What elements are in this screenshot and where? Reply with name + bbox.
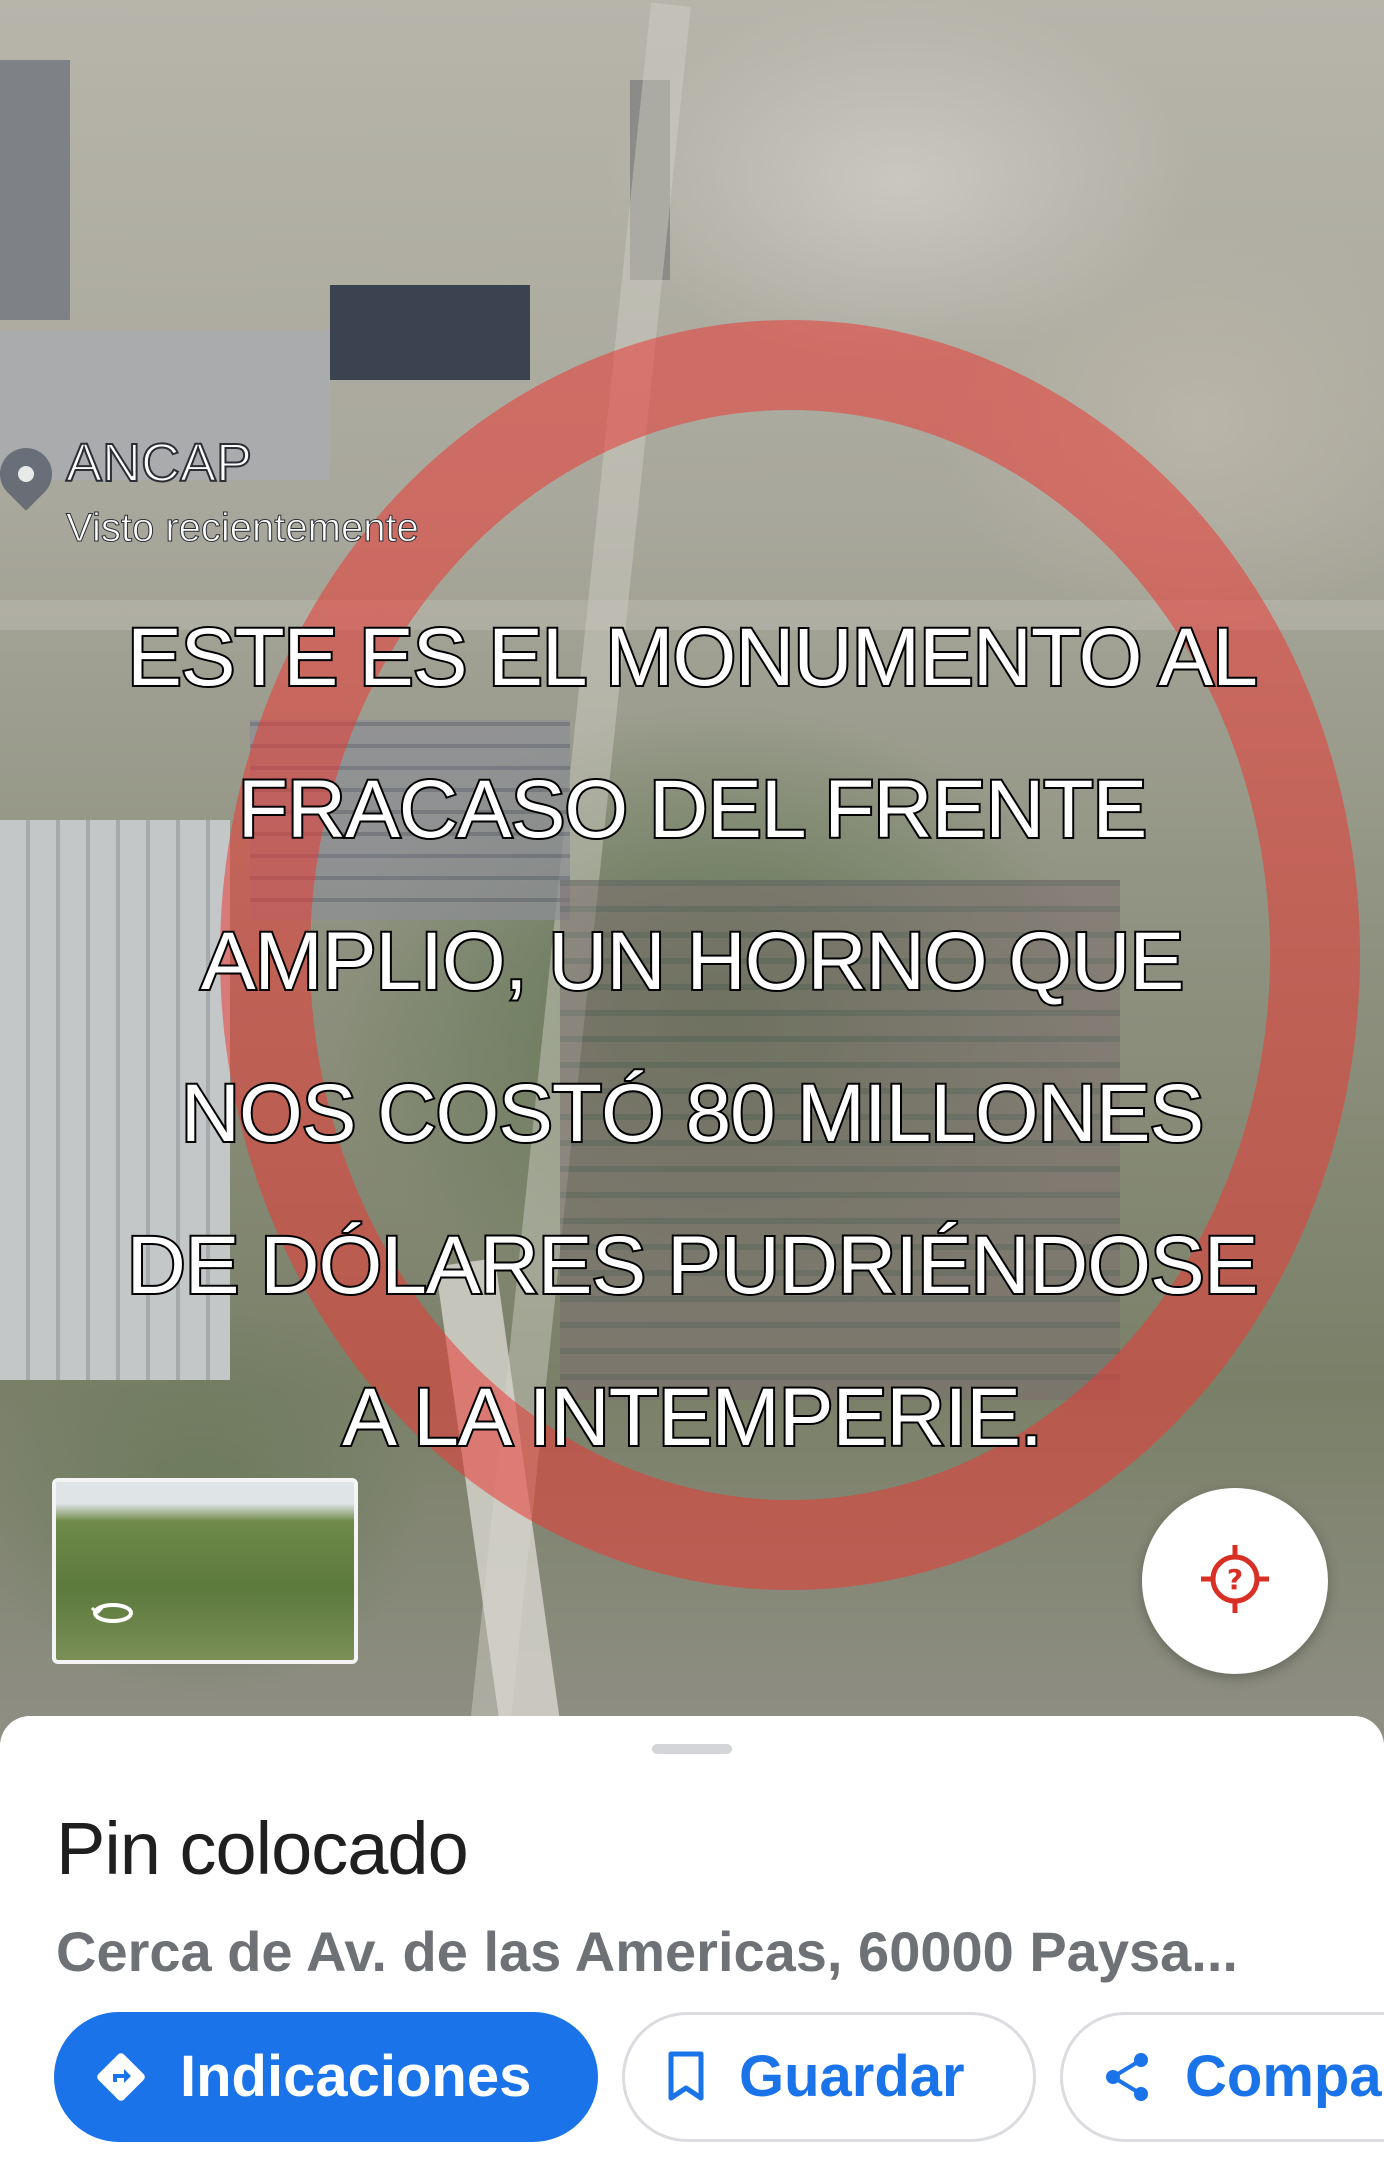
- street-view-thumbnail[interactable]: [52, 1478, 358, 1664]
- sheet-drag-handle[interactable]: [652, 1744, 732, 1754]
- share-button[interactable]: Compa: [1060, 2012, 1384, 2142]
- place-title: Pin colocado: [56, 1807, 469, 1890]
- place-bottom-sheet[interactable]: Pin colocado Cerca de Av. de las America…: [0, 1716, 1384, 2160]
- overlay-caption: ESTE ES EL MONUMENTO AL FRACASO DEL FREN…: [125, 610, 1261, 1465]
- map-building: [0, 60, 70, 320]
- directions-label: Indicaciones: [180, 2044, 532, 2109]
- location-fab[interactable]: ?: [1142, 1488, 1328, 1674]
- action-chips: Indicaciones Guardar Compa: [54, 2012, 1384, 2142]
- place-sublabel: Visto recientemente: [66, 506, 420, 550]
- place-address: Cerca de Av. de las Americas, 60000 Pays…: [56, 1920, 1238, 1983]
- directions-button[interactable]: Indicaciones: [54, 2012, 598, 2142]
- share-label: Compa: [1185, 2044, 1382, 2109]
- place-label[interactable]: ANCAP: [65, 435, 253, 491]
- bookmark-icon: [668, 2051, 704, 2101]
- save-button[interactable]: Guardar: [622, 2012, 1036, 2142]
- location-help-icon: ?: [1195, 1539, 1275, 1624]
- map-building: [330, 285, 530, 380]
- directions-icon: [97, 2053, 145, 2101]
- save-label: Guardar: [739, 2044, 965, 2109]
- maps-screen: ANCAP Visto recientemente ESTE ES EL MON…: [0, 0, 1384, 2160]
- svg-text:?: ?: [1227, 1563, 1243, 1596]
- street-view-360-icon: [90, 1598, 136, 1628]
- share-icon: [1106, 2053, 1148, 2101]
